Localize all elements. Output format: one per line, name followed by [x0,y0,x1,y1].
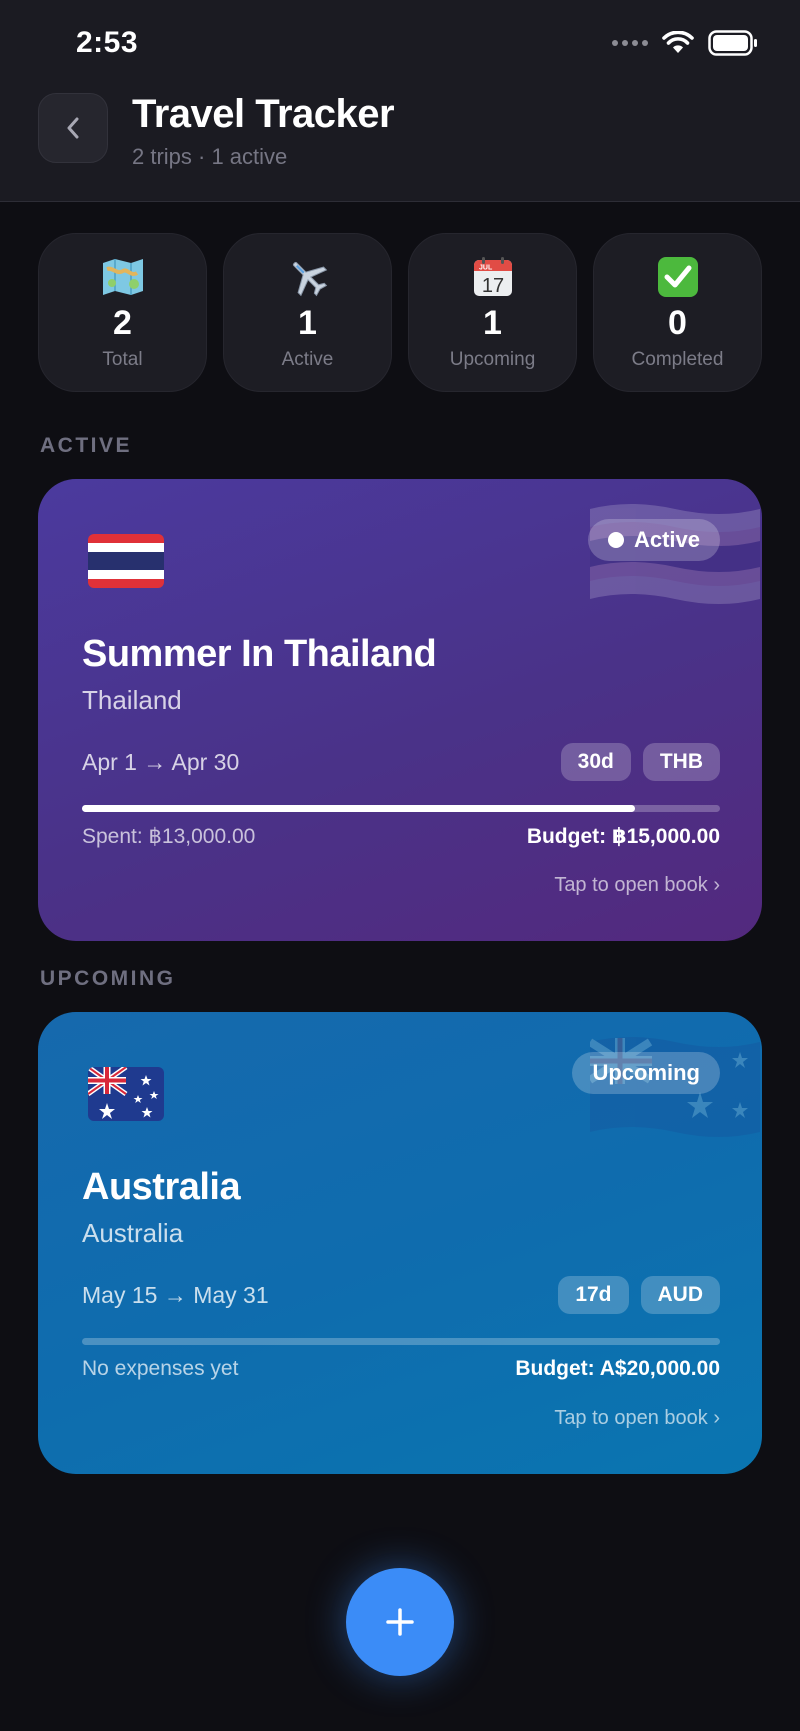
stat-label: Active [281,349,334,370]
trip-dates: Apr 1 → Apr 30 [82,749,240,775]
stat-label: Upcoming [449,349,536,370]
status-badge-label: Active [633,527,700,552]
budget-progress-fill [82,805,636,812]
stat-value: 1 [483,304,502,342]
airplane-icon [285,254,331,300]
currency-chip: AUD [640,1276,720,1314]
wifi-icon [662,31,694,53]
calendar-icon: JUL 17 [470,254,516,300]
budget-amount: Budget: A$20,000.00 [515,1357,720,1380]
budget-progress-bar [82,1338,720,1345]
trip-name: Summer In Thailand [82,633,437,675]
stat-card-active: 1 Active [223,233,392,392]
add-trip-button[interactable] [346,1568,454,1676]
svg-text:17: 17 [481,275,503,297]
stat-card-total: 2 Total [38,233,207,392]
status-badge: Upcoming [572,1052,720,1094]
section-label-active: ACTIVE [40,434,133,457]
trip-card-thailand[interactable]: Active Summer In Thailand Thailand Apr 1… [38,479,762,941]
trip-name: Australia [82,1166,241,1208]
budget-progress-bar [82,805,720,812]
thailand-flag-icon [88,534,164,588]
battery-icon [708,30,757,56]
australia-flag-icon [88,1067,164,1121]
trip-country: Australia [82,1218,184,1248]
budget-amount: Budget: ฿15,000.00 [526,825,720,848]
currency-chip: THB [642,743,720,781]
status-icons [612,30,758,56]
trip-dates: May 15 → May 31 [82,1282,269,1308]
stat-value: 1 [298,304,317,342]
open-book-link[interactable]: Tap to open book › [554,1407,720,1430]
stat-value: 0 [668,304,687,342]
open-book-link[interactable]: Tap to open book › [554,874,720,897]
stat-card-upcoming: JUL 17 1 Upcoming [408,233,577,392]
svg-text:JUL: JUL [479,265,493,272]
trip-card-australia[interactable]: Upcoming Australia Australia May 15 → Ma… [38,1012,762,1474]
stat-value: 2 [113,304,132,342]
trip-country: Thailand [82,685,182,715]
chevron-left-icon [67,117,79,139]
stat-label: Completed [631,349,724,370]
stat-card-completed: 0 Completed [593,233,762,392]
cellular-signal-icon [612,40,648,46]
trip-chips: 17d AUD [558,1276,720,1314]
spent-amount: Spent: ฿13,000.00 [82,825,256,848]
app-header: Travel Tracker 2 trips · 1 active [0,88,800,202]
page-subtitle: 2 trips · 1 active [132,144,288,169]
duration-chip: 30d [560,743,631,781]
stat-label: Total [102,349,143,370]
duration-chip: 17d [558,1276,629,1314]
checkmark-icon [655,254,701,300]
status-badge: Active [587,519,720,561]
section-label-upcoming: UPCOMING [40,967,176,990]
status-badge-label: Upcoming [592,1060,700,1085]
trip-chips: 30d THB [560,743,720,781]
spent-amount: No expenses yet [82,1357,239,1380]
stats-row: 2 Total 1 Active JUL 17 1 Upcoming 0 Com… [38,233,762,392]
map-icon [100,254,146,300]
back-button[interactable] [38,93,108,163]
page-title: Travel Tracker [132,92,395,136]
plus-icon [386,1608,414,1636]
status-time: 2:53 [76,26,139,59]
active-dot-icon [607,532,624,548]
status-bar: 2:53 [0,0,800,88]
